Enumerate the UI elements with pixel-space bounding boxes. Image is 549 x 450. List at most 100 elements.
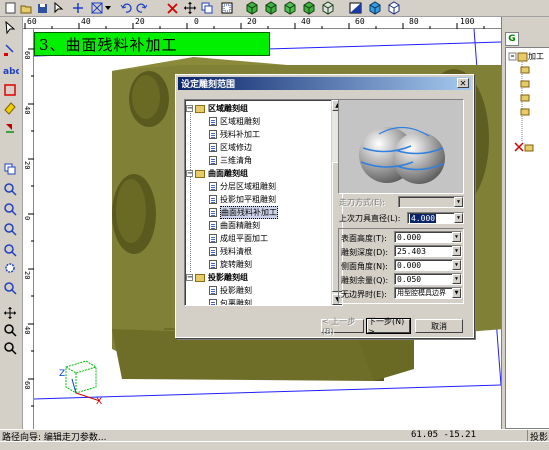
ruler-tick: 20	[23, 161, 31, 170]
no-boundary-select[interactable]: 用型腔模具边界 ▼	[394, 287, 462, 299]
tree-item[interactable]: 三维清角	[209, 155, 252, 166]
new-icon[interactable]	[3, 1, 17, 15]
chevron-down-icon[interactable]: ▼	[452, 246, 461, 256]
shade-icon[interactable]	[368, 1, 382, 15]
text-icon[interactable]: abc	[3, 64, 21, 78]
chevron-down-icon[interactable]: ▼	[452, 260, 461, 270]
surface-height-input[interactable]: 0.000 ▼	[394, 231, 462, 243]
prev-tool-input[interactable]: 4.000 ▼	[407, 212, 464, 224]
rect-icon[interactable]	[3, 83, 19, 97]
tool-mode-label: 走刀方式(E):	[339, 198, 385, 207]
tree-item-label: 区域粗雕刻	[220, 117, 260, 126]
layer-icon[interactable]	[387, 1, 401, 15]
side-angle-input[interactable]: 0.000 ▼	[394, 259, 462, 271]
prev-tool-label: 上次刀具直径(L):	[339, 214, 401, 223]
open-icon[interactable]	[19, 1, 33, 15]
delete-icon[interactable]	[165, 1, 179, 15]
tree-group-2[interactable]: − 曲面雕刻组	[186, 168, 248, 179]
document-icon	[209, 247, 217, 256]
document-icon	[209, 143, 217, 152]
cube-wire-icon[interactable]	[321, 1, 335, 15]
tree-group-1[interactable]: − 区域雕刻组	[186, 103, 248, 114]
cube-front-icon[interactable]	[245, 1, 259, 15]
param-value: 0.050	[397, 274, 422, 284]
chevron-down-icon[interactable]: ▼	[454, 213, 463, 223]
document-icon	[209, 221, 217, 230]
pan-icon[interactable]	[3, 243, 19, 257]
zoom-prev-icon[interactable]	[3, 341, 19, 355]
render-icon[interactable]	[349, 1, 363, 15]
ruler-tick: 60	[23, 51, 31, 60]
undo-icon[interactable]	[119, 1, 133, 15]
next-button[interactable]: 下一步(N) >	[366, 317, 411, 336]
zoom-window-icon[interactable]	[3, 222, 19, 236]
rotate-icon[interactable]	[3, 261, 19, 275]
tree-item-label: 三维清角	[220, 156, 252, 165]
cancel-button[interactable]: 取消	[415, 319, 463, 333]
layer-tool-icon[interactable]	[3, 162, 19, 176]
param-label: 雕刻深度(D):	[341, 248, 389, 257]
tree-item[interactable]: 分层区域粗雕刻	[209, 181, 276, 192]
tree-item[interactable]: 区域粗雕刻	[209, 116, 260, 127]
chevron-down-icon[interactable]: ▼	[452, 288, 461, 298]
fill-icon[interactable]	[3, 121, 19, 135]
param-group: 表面高度(T): 0.000 ▼ 雕刻深度(D): 25.403 ▼ 侧面角度(N)…	[338, 228, 464, 304]
allowance-input[interactable]: 0.050 ▼	[394, 273, 462, 285]
document-icon	[209, 156, 217, 165]
chevron-down-icon[interactable]	[104, 1, 112, 15]
view-icon[interactable]	[90, 1, 104, 15]
pan-move-icon[interactable]	[3, 306, 19, 320]
dialog-title-bar[interactable]: 设定雕刻范围 ✕	[178, 77, 471, 90]
engrave-depth-input[interactable]: 25.403 ▼	[394, 245, 462, 257]
tree-item-selected[interactable]: 曲面残料补加工	[209, 206, 278, 219]
folder-icon	[195, 169, 205, 178]
tree-item[interactable]: 曲面精雕刻	[209, 220, 260, 231]
move-icon[interactable]	[183, 1, 197, 15]
chevron-down-icon[interactable]: ▼	[452, 274, 461, 284]
cube-iso-icon[interactable]	[302, 1, 316, 15]
tree-item-label: 分层区域粗雕刻	[220, 182, 276, 191]
select-icon[interactable]	[52, 1, 66, 15]
redo-icon[interactable]	[135, 1, 149, 15]
zoom-icon[interactable]	[220, 1, 234, 15]
copy-icon[interactable]	[200, 1, 214, 15]
param-value: 25.403	[397, 246, 426, 256]
tree-item-label: 成组平面加工	[220, 234, 268, 243]
pointer-icon[interactable]	[3, 20, 19, 35]
back-button[interactable]: < 上一步(B)	[321, 317, 364, 336]
tree-item[interactable]: 残料清根	[209, 246, 252, 257]
close-icon[interactable]: ✕	[457, 78, 469, 88]
node-edit-icon[interactable]	[3, 43, 19, 57]
tree-item[interactable]: 旋转雕刻	[209, 259, 252, 270]
param-value: 0.000	[397, 232, 422, 242]
save-icon[interactable]	[35, 1, 49, 15]
main-toolbar	[0, 0, 549, 17]
ruler-tick: 0	[23, 216, 31, 221]
engrave-range-dialog: 设定雕刻范围 ✕ − 区域雕刻组 区域粗雕刻 残料补加工 区域修边 三维清角 − 曲…	[175, 74, 474, 338]
folder-icon	[195, 104, 205, 113]
param-value: 0.000	[397, 260, 422, 270]
box-icon[interactable]	[71, 1, 85, 15]
view-fit-icon[interactable]	[3, 281, 19, 295]
path-tree[interactable]: 加工	[505, 47, 549, 429]
tree-item[interactable]: 投影雕刻	[209, 285, 252, 296]
tree-item[interactable]: 区域修边	[209, 142, 252, 153]
svg-text:abc: abc	[3, 67, 19, 76]
preview-image	[338, 99, 464, 194]
tree-item[interactable]: 残料补加工	[209, 129, 260, 140]
cube-side-icon[interactable]	[283, 1, 297, 15]
panel-tab[interactable]: G	[505, 32, 519, 46]
tree-group-3[interactable]: − 投影雕刻组	[186, 272, 248, 283]
chevron-down-icon[interactable]: ▼	[452, 232, 461, 242]
tree-item[interactable]: 成组平面加工	[209, 233, 268, 244]
document-icon	[209, 195, 217, 204]
cube-top-icon[interactable]	[264, 1, 278, 15]
zoom-in-icon[interactable]	[3, 182, 19, 196]
tree-item[interactable]: 投影加平粗雕刻	[209, 194, 276, 205]
param-label: 雕刻余量(Q):	[341, 276, 389, 285]
method-tree[interactable]: − 区域雕刻组 区域粗雕刻 残料补加工 区域修边 三维清角 − 曲面雕刻组 分层区域…	[184, 99, 343, 306]
eraser-icon[interactable]	[3, 101, 19, 115]
tree-item[interactable]: 包裹雕刻	[209, 298, 252, 305]
search-icon[interactable]	[3, 323, 19, 337]
zoom-out-icon[interactable]	[3, 202, 19, 216]
